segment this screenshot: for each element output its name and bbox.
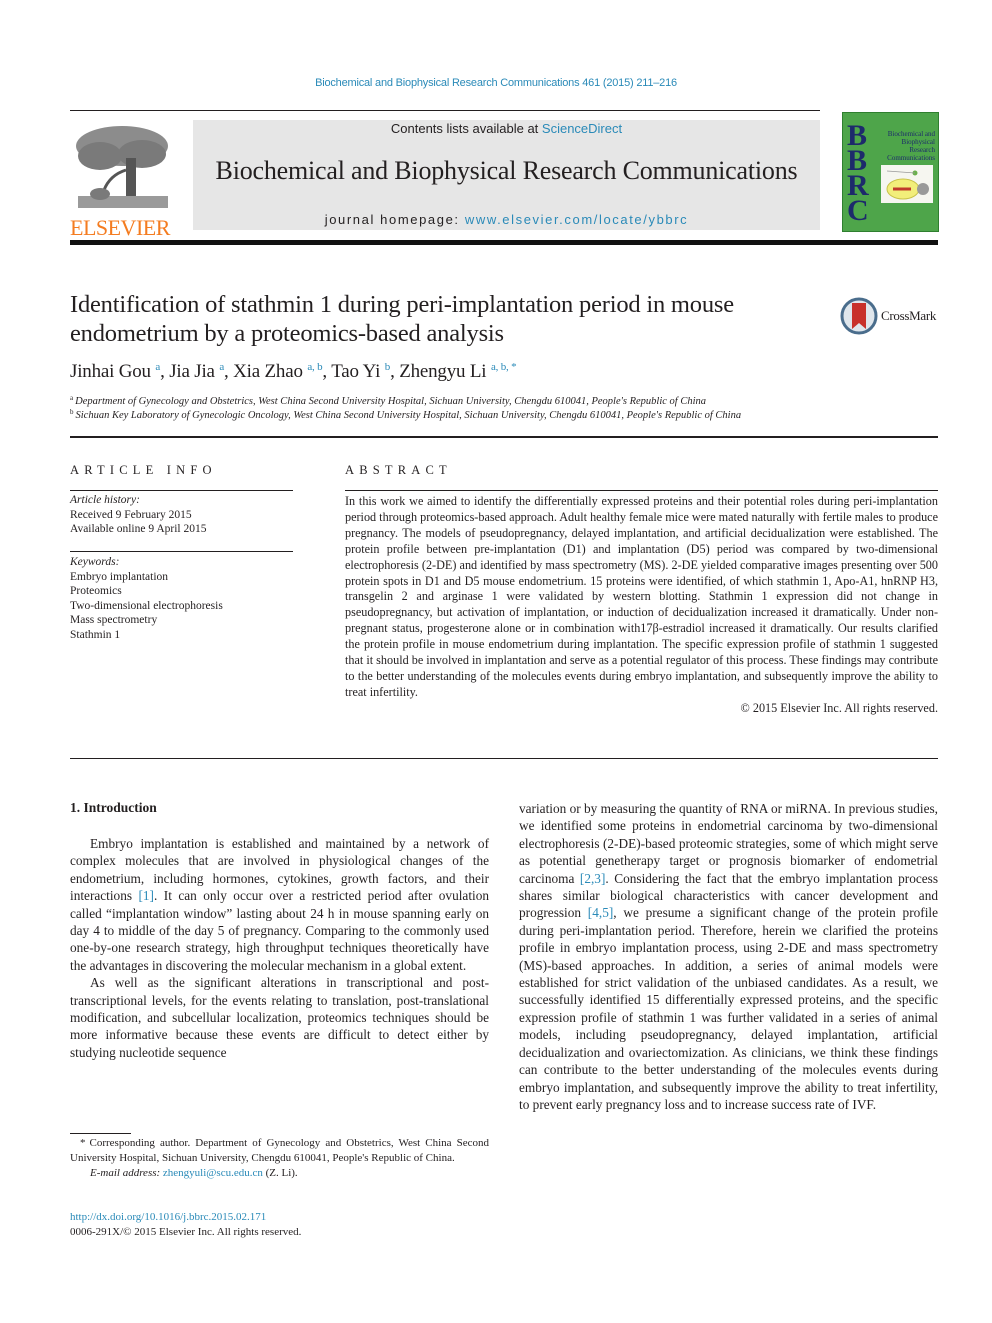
elsevier-wordmark: ELSEVIER <box>70 215 170 240</box>
keywords-rule <box>70 551 293 552</box>
paragraph-text: , we presume a significant change of the… <box>519 905 938 1112</box>
title-rule <box>70 436 938 438</box>
keyword: Mass spectrometry <box>70 614 158 626</box>
author[interactable]: Zhengyu Li a, b, * <box>399 361 516 382</box>
affiliation-text: Sichuan Key Laboratory of Gynecologic On… <box>75 410 742 421</box>
author-affiliation-mark[interactable]: a <box>155 361 160 373</box>
affiliation: b Sichuan Key Laboratory of Gynecologic O… <box>70 409 741 423</box>
body-left-column: Embryo implantation is established and m… <box>70 835 489 1061</box>
contents-line: Contents lists available at ScienceDirec… <box>193 121 820 136</box>
keywords-label: Keywords: <box>70 556 120 568</box>
abstract-copyright: © 2015 Elsevier Inc. All rights reserved… <box>740 700 938 715</box>
author[interactable]: Tao Yi b <box>331 361 390 382</box>
article-title: Identification of stathmin 1 during peri… <box>70 291 734 347</box>
footnote-rule <box>70 1133 131 1134</box>
author-name: Xia Zhao <box>233 361 303 382</box>
author-name: Jia Jia <box>169 361 215 382</box>
cover-figure <box>881 165 933 203</box>
crossmark-button[interactable]: CrossMark <box>840 297 940 335</box>
citation-link[interactable]: [1] <box>138 888 154 903</box>
author[interactable]: Jinhai Gou a <box>70 361 160 382</box>
citation-link[interactable]: [2,3] <box>580 871 605 886</box>
crossmark-icon <box>840 297 878 335</box>
available-date: Available online 9 April 2015 <box>70 523 207 535</box>
body-right-column: variation or by measuring the quantity o… <box>519 800 938 1113</box>
email-link[interactable]: zhengyuli@scu.edu.cn <box>163 1167 263 1179</box>
cover-letter: C <box>847 194 869 227</box>
author-name: Tao Yi <box>331 361 381 382</box>
abstract-end-rule <box>70 758 938 759</box>
affiliation-mark: b <box>70 408 74 416</box>
abstract-heading: ABSTRACT <box>345 463 452 477</box>
affiliation-text: Department of Gynecology and Obstetrics,… <box>75 396 707 407</box>
homepage-prefix: journal homepage: <box>324 212 465 227</box>
header-thick-rule <box>70 240 938 245</box>
affiliations: a Department of Gynecology and Obstetrics… <box>70 395 741 423</box>
keyword: Stathmin 1 <box>70 628 121 641</box>
homepage-link[interactable]: www.elsevier.com/locate/ybbrc <box>465 212 688 227</box>
author-name: Jinhai Gou <box>70 361 151 382</box>
issn-copyright: 0006-291X/© 2015 Elsevier Inc. All right… <box>70 1226 302 1238</box>
history-label: Article history: <box>70 494 140 506</box>
abstract-body: In this work we aimed to identify the di… <box>345 494 938 717</box>
corresponding-author-footnote: * Corresponding author. Department of Gyn… <box>70 1136 489 1181</box>
journal-cover[interactable]: B B R C Biochemical and Biophysical Rese… <box>842 112 939 232</box>
paragraph: Embryo implantation is established and m… <box>70 835 489 974</box>
journal-name: Biochemical and Biophysical Research Com… <box>215 156 798 185</box>
journal-citation[interactable]: Biochemical and Biophysical Research Com… <box>0 77 992 89</box>
section-heading-introduction: 1. Introduction <box>70 800 157 815</box>
keyword: Two-dimensional electrophoresis <box>70 599 223 612</box>
author-name: Zhengyu Li <box>399 361 487 382</box>
journal-masthead: Contents lists available at ScienceDirec… <box>193 120 820 230</box>
email-line: E-mail address: zhengyuli@scu.edu.cn (Z.… <box>70 1166 489 1181</box>
abstract-rule <box>345 490 938 491</box>
author-affiliation-mark[interactable]: a, b <box>307 361 322 373</box>
article-history: Article history: Received 9 February 201… <box>70 493 206 537</box>
sciencedirect-link[interactable]: ScienceDirect <box>542 121 622 136</box>
keyword: Proteomics <box>70 585 122 597</box>
header-rule <box>70 110 820 111</box>
abstract-text: In this work we aimed to identify the di… <box>345 494 938 699</box>
keywords: Keywords: Embryo implantation Proteomics… <box>70 555 223 642</box>
received-date: Received 9 February 2015 <box>70 508 192 521</box>
keyword: Embryo implantation <box>70 570 169 583</box>
cover-figure-icon <box>886 170 929 200</box>
doi-block: http://dx.doi.org/10.1016/j.bbrc.2015.02… <box>70 1210 301 1240</box>
affiliation-mark: a <box>70 394 74 402</box>
author-affiliation-mark[interactable]: a, b, * <box>491 361 517 373</box>
affiliation: a Department of Gynecology and Obstetrics… <box>70 395 741 409</box>
crossmark-label: CrossMark <box>881 308 937 323</box>
homepage-line: journal homepage: www.elsevier.com/locat… <box>193 212 820 227</box>
article-info-rule <box>70 490 293 491</box>
author[interactable]: Jia Jia a <box>169 361 224 382</box>
citation-link[interactable]: [4,5] <box>588 905 613 920</box>
contents-prefix: Contents lists available at <box>390 121 542 136</box>
elsevier-logo[interactable]: ELSEVIER <box>70 120 174 239</box>
footnote-star: * <box>80 1137 86 1149</box>
paragraph: As well as the significant alterations i… <box>70 975 489 1060</box>
cover-letters: B B R C <box>847 121 869 227</box>
footnote-text: Corresponding author. Department of Gyne… <box>70 1137 489 1164</box>
email-suffix: (Z. Li). <box>262 1167 298 1179</box>
doi-link[interactable]: http://dx.doi.org/10.1016/j.bbrc.2015.02… <box>70 1211 266 1223</box>
email-label: E-mail address: <box>90 1167 163 1179</box>
author[interactable]: Xia Zhao a, b <box>233 361 322 382</box>
cover-title: Biochemical and Biophysical Research Com… <box>887 130 935 162</box>
author-affiliation-mark[interactable]: a <box>219 361 224 373</box>
article-info-heading: ARTICLE INFO <box>70 463 217 477</box>
author-affiliation-mark[interactable]: b <box>385 361 391 373</box>
paragraph: variation or by measuring the quantity o… <box>519 800 938 1113</box>
elsevier-tree-icon <box>76 126 168 208</box>
author-list: Jinhai Gou a, Jia Jia a, Xia Zhao a, b, … <box>70 361 517 382</box>
